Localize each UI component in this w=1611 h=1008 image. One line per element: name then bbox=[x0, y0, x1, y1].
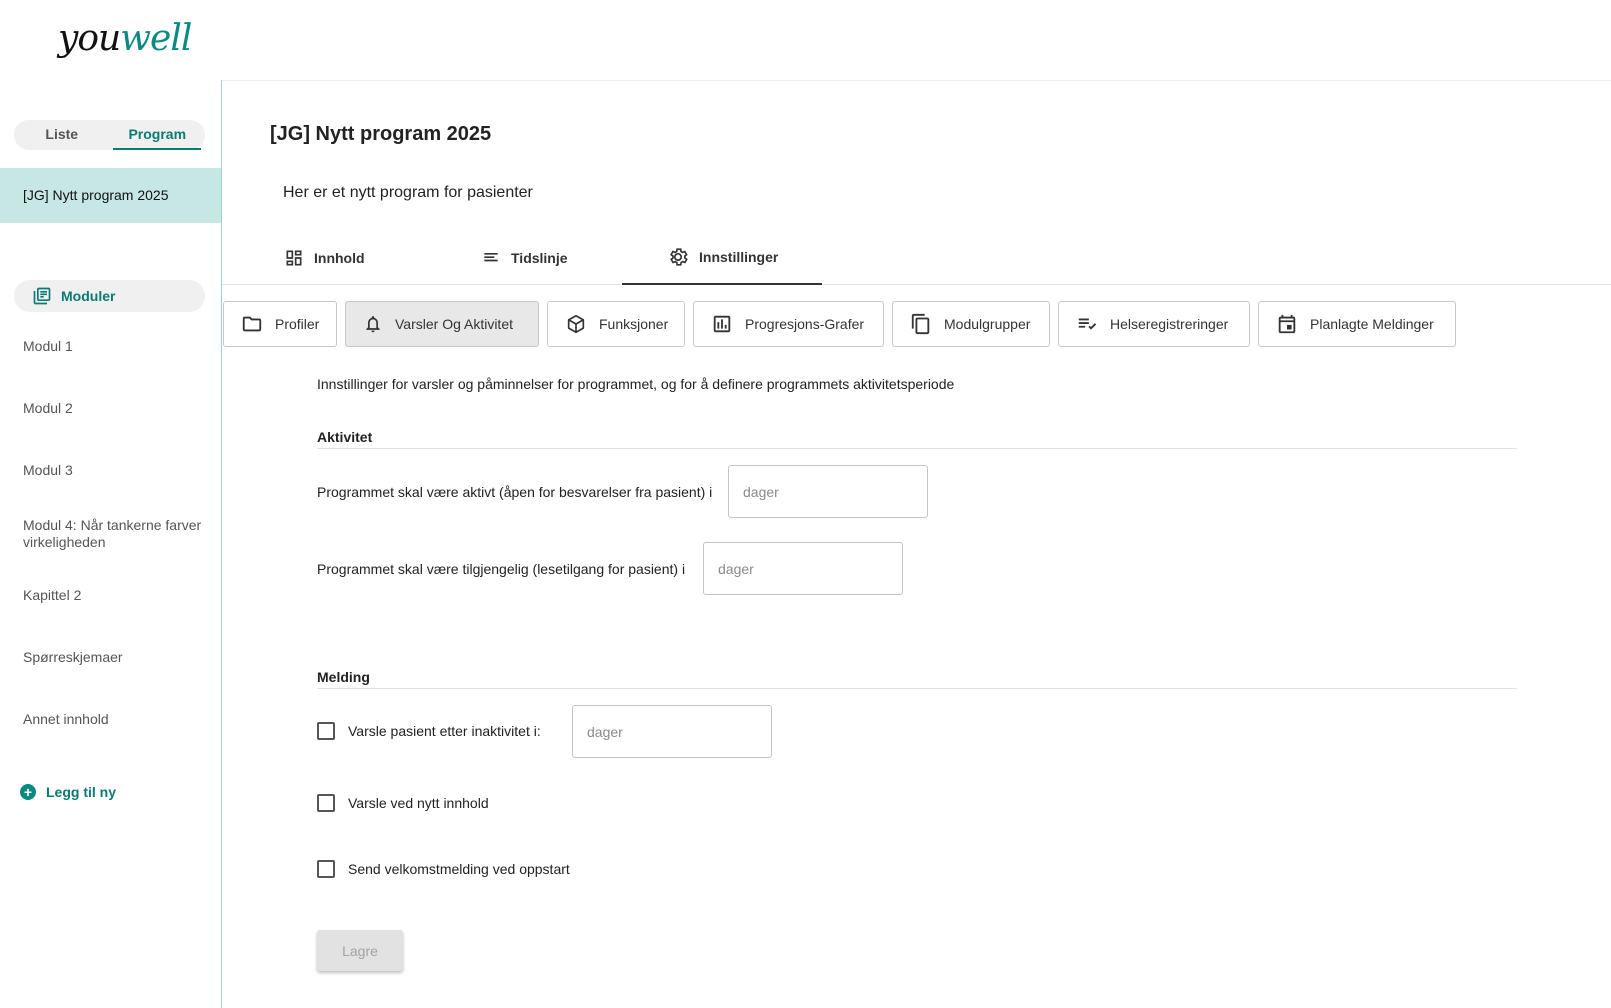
page-title: [JG] Nytt program 2025 bbox=[270, 123, 492, 145]
sidebar-item-sporreskjemaer[interactable]: Spørreskjemaer bbox=[23, 649, 203, 666]
sidebar-item-modul-4[interactable]: Modul 4: Når tankerne farver virkelighed… bbox=[23, 517, 203, 551]
gear-icon bbox=[670, 247, 688, 266]
subtab-profiler[interactable]: Profiler bbox=[223, 301, 337, 347]
bar-chart-icon bbox=[713, 315, 731, 333]
new-content-checkbox[interactable] bbox=[317, 794, 335, 812]
edit-note-icon bbox=[1078, 318, 1097, 330]
main-tabs: Innhold Tidslinje Innstillinger bbox=[222, 230, 1611, 285]
add-new-label: Legg til ny bbox=[46, 784, 116, 800]
add-circle-icon: + bbox=[20, 784, 36, 800]
cube-icon bbox=[567, 314, 585, 334]
sidebar-item-annet-innhold[interactable]: Annet innhold bbox=[23, 711, 203, 728]
subtab-modulgrupper[interactable]: Modulgrupper bbox=[892, 301, 1050, 347]
active-days-input[interactable] bbox=[728, 465, 928, 518]
header-divider bbox=[222, 80, 1611, 81]
program-description: Her er et nytt program for pasienter bbox=[283, 184, 533, 201]
inactivity-checkbox[interactable] bbox=[317, 722, 335, 740]
subtab-progresjons-grafer[interactable]: Progresjons-Grafer bbox=[693, 301, 884, 347]
sidebar-item-kapittel-2[interactable]: Kapittel 2 bbox=[23, 587, 203, 604]
settings-intro: Innstillinger for varsler og påminnelser… bbox=[317, 376, 955, 392]
subtab-helseregistreringer[interactable]: Helseregistreringer bbox=[1058, 301, 1250, 347]
save-button[interactable]: Lagre bbox=[317, 930, 403, 971]
subtab-funksjoner[interactable]: Funksjoner bbox=[547, 301, 685, 347]
subtab-planlagte-meldinger[interactable]: Planlagte Meldinger bbox=[1258, 301, 1456, 347]
activity-divider bbox=[317, 448, 1517, 449]
folder-icon bbox=[242, 316, 262, 332]
toggle-list-button[interactable]: Liste bbox=[14, 120, 110, 150]
activity-heading: Aktivitet bbox=[317, 429, 373, 445]
message-heading: Melding bbox=[317, 669, 370, 685]
toggle-program-button[interactable]: Program bbox=[110, 120, 206, 150]
modules-button[interactable]: Moduler bbox=[14, 280, 205, 312]
sidebar-item-modul-2[interactable]: Modul 2 bbox=[23, 400, 203, 417]
welcome-checkbox[interactable] bbox=[317, 860, 335, 878]
new-content-label: Varsle ved nytt innhold bbox=[348, 795, 489, 811]
youwell-logo: youwell bbox=[58, 18, 192, 59]
bell-icon bbox=[366, 316, 380, 333]
message-divider bbox=[317, 688, 1517, 689]
add-new-button[interactable]: + Legg til ny bbox=[20, 784, 116, 800]
selected-program-item[interactable]: [JG] Nytt program 2025 bbox=[0, 168, 221, 223]
inactivity-days-input[interactable] bbox=[572, 705, 772, 758]
sidebar-item-modul-1[interactable]: Modul 1 bbox=[23, 338, 203, 355]
view-toggle: Liste Program bbox=[14, 120, 205, 150]
sidebar-item-modul-3[interactable]: Modul 3 bbox=[23, 462, 203, 479]
new-content-row: Varsle ved nytt innhold bbox=[317, 794, 489, 812]
sidebar: Liste Program [JG] Nytt program 2025 Mod… bbox=[0, 80, 222, 1008]
subtab-varsler-og-aktivitet[interactable]: Varsler Og Aktivitet bbox=[345, 301, 539, 347]
tab-innstillinger[interactable]: Innstillinger bbox=[622, 230, 822, 285]
calendar-icon bbox=[1278, 314, 1296, 334]
tab-innhold[interactable]: Innhold bbox=[284, 230, 365, 285]
copy-icon bbox=[911, 313, 930, 335]
dashboard-icon bbox=[286, 250, 302, 265]
available-days-input[interactable] bbox=[703, 542, 903, 595]
modules-label: Moduler bbox=[61, 288, 116, 304]
welcome-label: Send velkomstmelding ved oppstart bbox=[348, 861, 570, 877]
tab-tidslinje[interactable]: Tidslinje bbox=[481, 230, 568, 285]
available-days-label: Programmet skal være tilgjengelig (leset… bbox=[317, 561, 686, 577]
lines-icon bbox=[484, 252, 498, 261]
library-books-icon bbox=[33, 287, 51, 305]
inactivity-label: Varsle pasient etter inaktivitet i: bbox=[348, 723, 541, 739]
active-days-label: Programmet skal være aktivt (åpen for be… bbox=[317, 484, 713, 500]
inactivity-row: Varsle pasient etter inaktivitet i: bbox=[317, 722, 541, 740]
welcome-row: Send velkomstmelding ved oppstart bbox=[317, 860, 570, 878]
